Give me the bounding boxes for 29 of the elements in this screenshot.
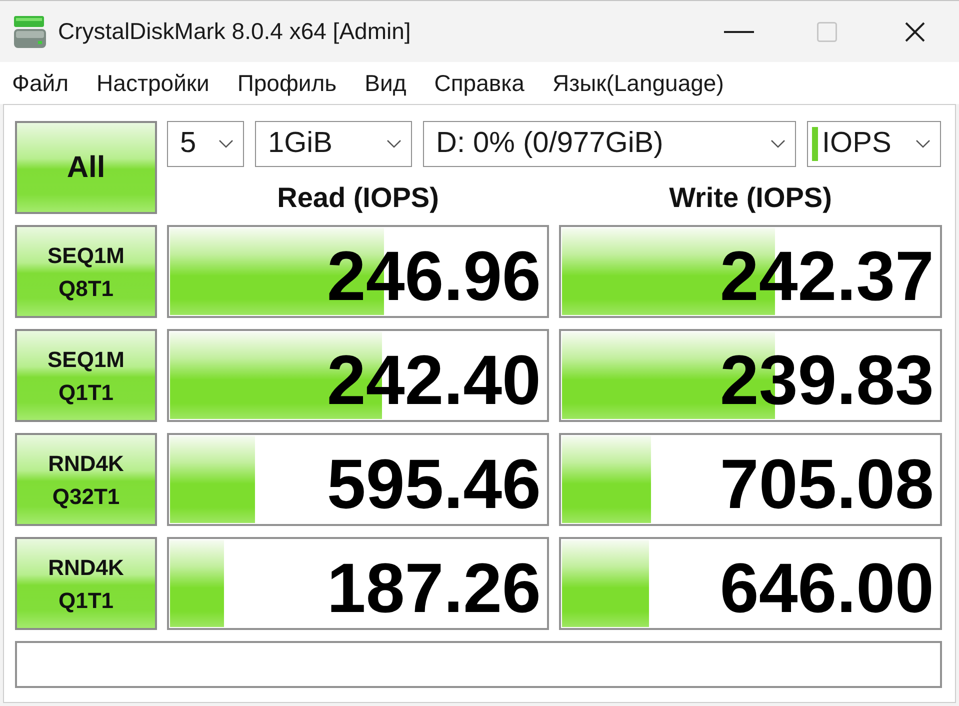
- menu-item[interactable]: Файл: [12, 66, 69, 100]
- result-value: 187.26: [326, 552, 541, 622]
- window-title: CrystalDiskMark 8.0.4 x64 [Admin]: [58, 17, 411, 46]
- drive-dropdown[interactable]: D: 0% (0/977GiB): [423, 121, 796, 167]
- comment-field[interactable]: [15, 641, 942, 688]
- test-button[interactable]: RND4K Q32T1: [15, 433, 157, 526]
- indicator-bar-icon: [812, 127, 818, 161]
- menu-item[interactable]: Вид: [364, 66, 406, 100]
- chevron-down-icon: [771, 140, 785, 148]
- menu-item[interactable]: Настройки: [96, 66, 210, 100]
- chevron-down-icon: [219, 140, 233, 148]
- result-value: 595.46: [326, 448, 541, 518]
- chevron-down-icon: [387, 140, 401, 148]
- result-value: 705.08: [720, 448, 934, 518]
- test-button[interactable]: SEQ1M Q8T1: [15, 225, 157, 318]
- chevron-down-icon: [916, 140, 930, 148]
- drive-icon: [14, 16, 46, 48]
- result-value: 646.00: [720, 552, 934, 622]
- unit-dropdown[interactable]: IOPS: [807, 121, 941, 167]
- menu-item[interactable]: Профиль: [237, 66, 337, 100]
- count-dropdown[interactable]: 5: [167, 121, 244, 167]
- all-button[interactable]: All: [15, 121, 157, 214]
- test-button[interactable]: SEQ1M Q1T1: [15, 329, 157, 422]
- column-header: Read (IOPS): [276, 182, 440, 214]
- menu-item[interactable]: Язык(Language): [552, 66, 724, 100]
- test-button[interactable]: RND4K Q1T1: [15, 537, 157, 630]
- size-dropdown[interactable]: 1GiB: [255, 121, 412, 167]
- column-header: Write (IOPS): [668, 182, 833, 214]
- menu-item[interactable]: Справка: [434, 66, 524, 100]
